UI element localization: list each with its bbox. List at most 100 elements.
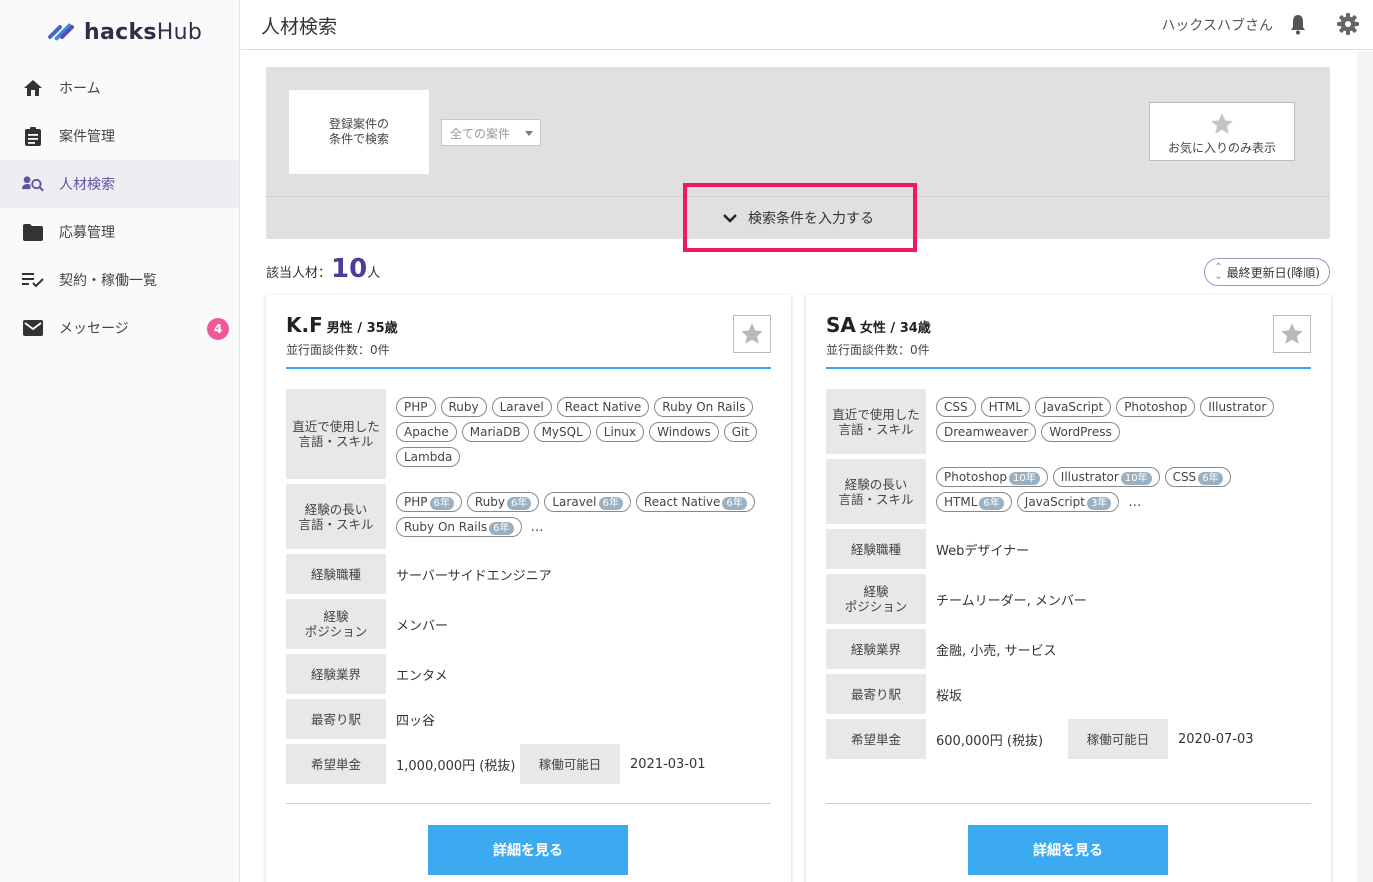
rate-label: 希望単金 (286, 744, 386, 784)
sidebar-item-messages[interactable]: メッセージ 4 (0, 304, 239, 352)
station-row: 最寄り駅 桜坂 (826, 674, 962, 714)
sidebar-item-talent-search[interactable]: 人材検索 (0, 160, 239, 208)
skill-year-tag: JavaScript 3年 (1016, 492, 1120, 512)
skill-tag: PHP (396, 397, 436, 417)
position-label: 経験 ポジション (826, 574, 926, 624)
header: 人材検索 ハックスハブさん (241, 0, 1373, 50)
logo[interactable]: hacksHub (0, 0, 239, 64)
recent-skill-tags: CSS HTML JavaScript Photoshop Illustrator Dre… (926, 389, 1316, 454)
skill-tag: WordPress (1041, 422, 1120, 442)
skill-year-tag: Laravel 6年 (544, 492, 631, 512)
home-icon (22, 77, 44, 99)
skill-tag: Apache (396, 422, 457, 442)
skill-year-tag: React Native 6年 (635, 492, 755, 512)
interview-count: 並行面談件数：0件 (826, 343, 930, 357)
skill-tag: React Native (556, 397, 650, 417)
sidebar-item-projects[interactable]: 案件管理 (0, 112, 239, 160)
sort-button[interactable]: ⌃ ⌄ 最終更新日(降順) (1204, 258, 1330, 286)
skill-tag: JavaScript (1035, 397, 1112, 417)
star-icon (1281, 323, 1303, 344)
long-skills-row: 経験の長い 言語・スキル PHP 6年 Ruby 6年 Laravel 6年 React N… (286, 484, 776, 549)
skill-tag: Linux (595, 422, 645, 442)
skill-tag: Ruby On Rails (654, 397, 754, 417)
industry-value: 金融, 小売, サービス (936, 643, 1057, 659)
station-label: 最寄り駅 (286, 699, 386, 739)
more-skills[interactable]: … (1128, 495, 1141, 510)
talent-card: K.F 男性 / 35歳 並行面談件数：0件 直近で使用した 言語・スキル PHP… (266, 295, 791, 882)
registered-project-search-button[interactable]: 登録案件の 条件で検索 (289, 90, 429, 174)
rate-row: 希望単金 1,000,000円 (税抜) 稼働可能日 2021-03-01 (286, 744, 706, 784)
favorites-label: お気に入りのみ表示 (1167, 141, 1276, 155)
station-value: 四ッ谷 (396, 713, 436, 729)
project-select[interactable]: 全ての案件 (441, 119, 541, 146)
available-label: 稼働可能日 (1068, 719, 1168, 759)
long-skills-label: 経験の長い 言語・スキル (286, 484, 386, 549)
job-row: 経験職種 サーバーサイドエンジニア (286, 554, 552, 594)
skill-tag: Dreamweaver (936, 422, 1037, 442)
favorite-star-button[interactable] (1273, 315, 1311, 353)
logo-mark-icon (44, 17, 78, 47)
skill-tag: Git (723, 422, 758, 442)
scrollbar[interactable] (1357, 51, 1373, 882)
gear-icon[interactable] (1337, 13, 1359, 35)
station-row: 最寄り駅 四ッ谷 (286, 699, 435, 739)
sidebar-item-label: 応募管理 (59, 225, 115, 241)
recent-skill-tags: PHP Ruby Laravel React Native Ruby On Rails A… (386, 389, 776, 479)
skill-year-tag: Photoshop 10年 (936, 467, 1048, 487)
sidebar-item-label: 契約・稼働一覧 (59, 273, 157, 289)
star-icon (741, 323, 763, 344)
skill-tag: Laravel (491, 397, 552, 417)
interview-count: 並行面談件数：0件 (286, 343, 390, 357)
user-name[interactable]: ハックスハブさん (1161, 15, 1273, 35)
position-value: チームリーダー, メンバー (936, 593, 1087, 609)
industry-label: 経験業界 (286, 654, 386, 694)
industry-row: 経験業界 金融, 小売, サービス (826, 629, 1057, 669)
favorite-star-button[interactable] (733, 315, 771, 353)
skill-tag: MariaDB (461, 422, 529, 442)
skill-tag: Illustrator (1200, 397, 1275, 417)
checklist-icon (22, 269, 44, 291)
sidebar-item-contracts[interactable]: 契約・稼働一覧 (0, 256, 239, 304)
rate-value: 1,000,000円 (税抜) (396, 758, 516, 774)
sort-arrows-icon: ⌃ ⌄ (1214, 262, 1223, 282)
sidebar-item-home[interactable]: ホーム (0, 64, 239, 112)
result-count: 該当人材：10人 (266, 254, 380, 284)
result-suffix: 人 (367, 266, 381, 281)
sidebar-item-applications[interactable]: 応募管理 (0, 208, 239, 256)
industry-value: エンタメ (396, 668, 448, 684)
talent-name: SA 女性 / 34歳 (826, 313, 931, 337)
result-prefix: 該当人材： (266, 266, 332, 281)
rate-value: 600,000円 (税抜) (936, 733, 1044, 749)
more-skills[interactable]: … (531, 520, 544, 535)
detail-button[interactable]: 詳細を見る (968, 825, 1168, 875)
detail-button[interactable]: 詳細を見る (428, 825, 628, 875)
available-label: 稼働可能日 (520, 744, 620, 784)
skill-tag: Ruby (440, 397, 487, 417)
job-value: サーバーサイドエンジニア (396, 568, 552, 584)
recent-skills-row: 直近で使用した 言語・スキル PHP Ruby Laravel React Nativ… (286, 389, 776, 479)
skill-tag: HTML (980, 397, 1031, 417)
sidebar-item-label: 人材検索 (59, 177, 115, 193)
position-row: 経験 ポジション メンバー (286, 599, 448, 649)
card-header: SA 女性 / 34歳 並行面談件数：0件 (826, 313, 1311, 369)
talent-card: SA 女性 / 34歳 並行面談件数：0件 直近で使用した 言語・スキル CSS H… (806, 295, 1331, 882)
skill-year-tag: PHP 6年 (396, 492, 462, 512)
skill-tag: Photoshop (1116, 397, 1196, 417)
card-header: K.F 男性 / 35歳 並行面談件数：0件 (286, 313, 771, 369)
skill-year-tag: Ruby On Rails 6年 (396, 517, 522, 537)
page-title: 人材検索 (261, 16, 338, 38)
folder-icon (22, 221, 44, 243)
caret-down-icon (525, 131, 533, 136)
long-skill-tags: PHP 6年 Ruby 6年 Laravel 6年 React Native 6年 Ruby O… (386, 484, 776, 549)
long-skills-row: 経験の長い 言語・スキル Photoshop 10年 Illustrator 10年 C… (826, 459, 1316, 524)
rate-row: 希望単金 600,000円 (税抜) 稼働可能日 2020-07-03 (826, 719, 1254, 759)
skill-year-tag: Illustrator 10年 (1052, 467, 1160, 487)
bell-icon[interactable] (1287, 13, 1309, 35)
long-skill-tags: Photoshop 10年 Illustrator 10年 CSS 6年 HTML 6年 Jav… (926, 459, 1316, 524)
sidebar-item-label: ホーム (59, 81, 101, 97)
project-select-value: 全ての案件 (450, 127, 511, 141)
mail-icon (22, 317, 44, 339)
logo-text: hacksHub (84, 19, 203, 45)
favorites-only-toggle[interactable]: お気に入りのみ表示 (1149, 102, 1295, 161)
skill-tag: MySQL (533, 422, 591, 442)
